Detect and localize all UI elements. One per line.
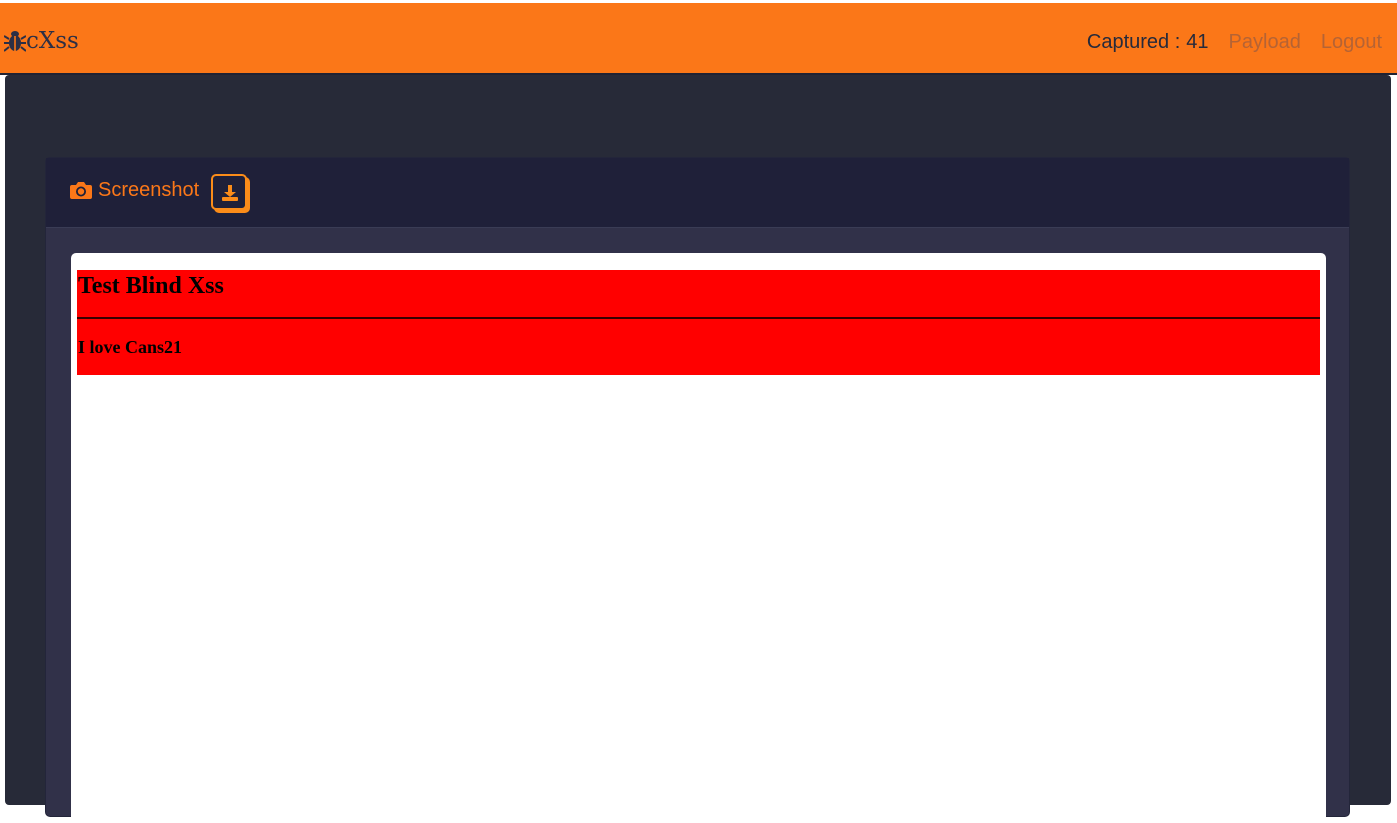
captured-count: 41	[1186, 31, 1209, 53]
download-icon	[222, 185, 238, 201]
captured-divider	[77, 317, 1320, 319]
card-header: Screenshot	[46, 158, 1349, 228]
captured-label: Captured :	[1086, 31, 1181, 53]
top-navbar: cXss Captured : 41 Payload Logout	[0, 3, 1397, 75]
nav-logout-link[interactable]: Logout	[1321, 30, 1382, 54]
brand-name: cXss	[26, 28, 79, 54]
brand-link[interactable]: cXss	[3, 27, 79, 55]
bug-icon	[3, 29, 27, 53]
captured-heading: Test Blind Xss	[78, 273, 224, 299]
nav-payload-link[interactable]: Payload	[1229, 30, 1301, 54]
captured-page-banner: Test Blind Xss I love Cans21	[77, 270, 1320, 375]
nav-links: Captured : 41 Payload Logout	[1087, 30, 1382, 54]
camera-icon	[70, 180, 92, 200]
download-button[interactable]	[211, 174, 247, 210]
screenshot-preview: Test Blind Xss I love Cans21	[71, 253, 1326, 823]
captured-subheading: I love Cans21	[78, 337, 183, 357]
screenshot-card: Screenshot Test Blind Xss I love Cans21	[45, 157, 1350, 823]
card-title: Screenshot	[98, 179, 200, 201]
